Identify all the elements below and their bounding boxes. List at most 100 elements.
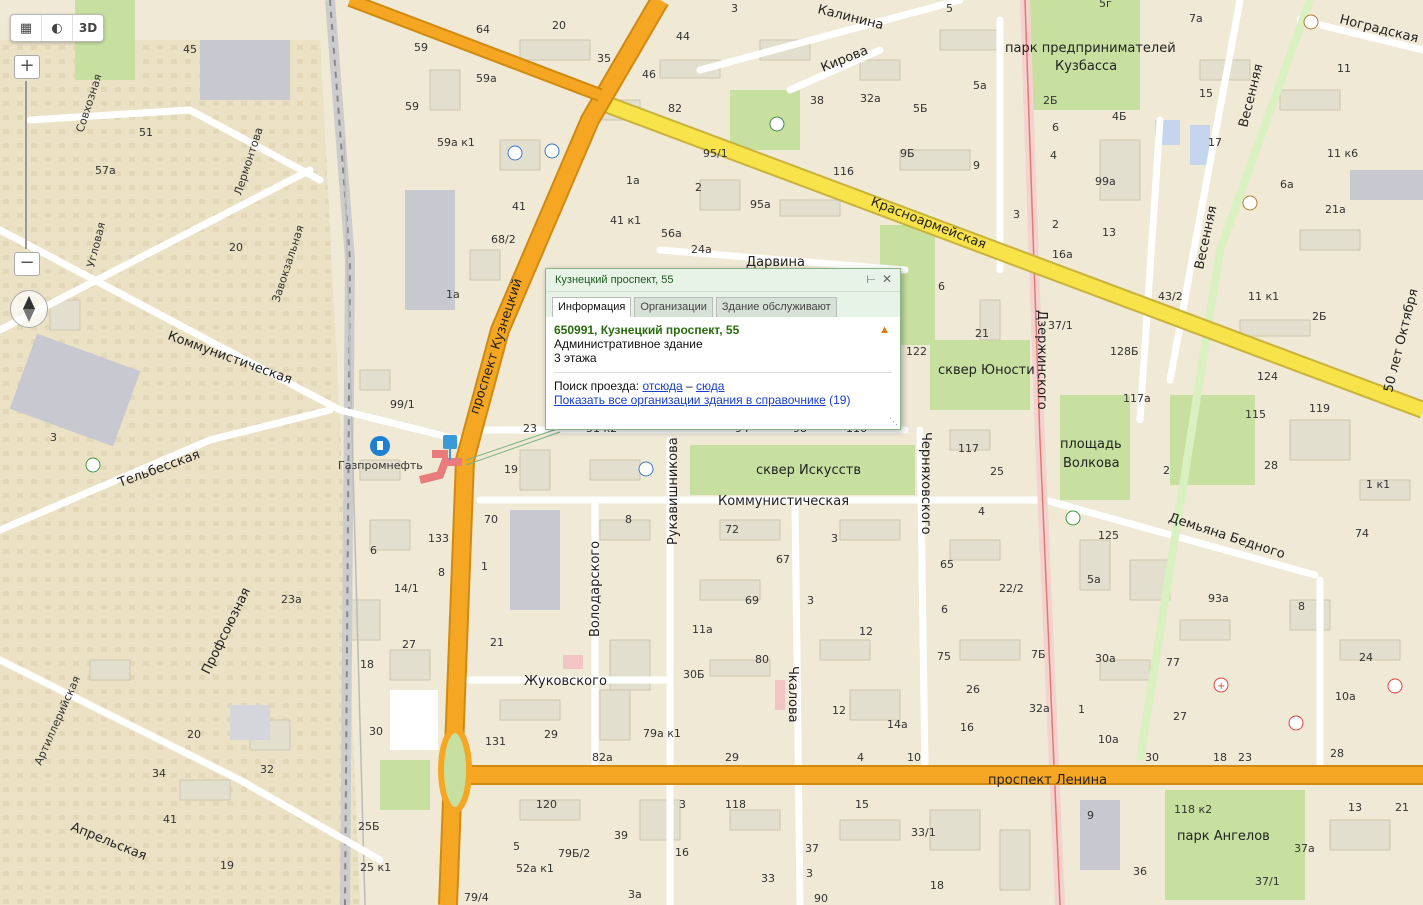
- house-number: 118: [725, 798, 746, 811]
- place-label-kuzbassa: Кузбасса: [1055, 59, 1117, 74]
- house-number: 28: [1264, 459, 1278, 472]
- building-floors: 3 этажа: [554, 351, 597, 365]
- house-number: 23а: [281, 593, 302, 606]
- house-number: 5г: [1099, 0, 1112, 10]
- house-number: 26: [966, 683, 980, 696]
- house-number: 57а: [95, 164, 116, 177]
- house-number: 133: [428, 532, 449, 545]
- tab-information[interactable]: Информация: [552, 297, 632, 317]
- house-number: 4: [978, 505, 985, 518]
- zoom-out-button[interactable]: −: [14, 252, 40, 276]
- house-number: 37а: [1294, 842, 1315, 855]
- house-number: 115: [1245, 408, 1266, 421]
- house-number: 33/1: [911, 826, 936, 839]
- traffic-icon[interactable]: ◐: [42, 15, 73, 41]
- resize-handle-icon[interactable]: ⋱: [889, 416, 898, 427]
- cafe-icon: [1303, 14, 1319, 30]
- street-label-dzerzhinskogo: Дзержинского: [1034, 310, 1049, 410]
- house-number: 25 к1: [360, 861, 391, 874]
- house-number: 6: [1052, 121, 1059, 134]
- house-number: 99а: [1095, 175, 1116, 188]
- house-number: 2: [1052, 218, 1059, 231]
- street-label-lenina: проспект Ленина: [988, 773, 1107, 788]
- house-number: 30: [369, 725, 383, 738]
- house-number: 122: [906, 345, 927, 358]
- house-number: 15: [1199, 87, 1213, 100]
- house-number: 59а к1: [437, 136, 475, 149]
- house-number: 45: [183, 43, 197, 56]
- house-number: 4: [1050, 149, 1057, 162]
- 3d-button[interactable]: 3D: [73, 15, 103, 41]
- hospital-icon: +: [1213, 677, 1229, 693]
- house-number: 18: [930, 879, 944, 892]
- svg-text:+: +: [1217, 681, 1225, 692]
- house-number: 8: [438, 566, 445, 579]
- street-label-chernyakhovskogo: Черняховского: [918, 432, 933, 535]
- house-number: 51: [139, 126, 153, 139]
- house-number: 5а: [1087, 573, 1101, 586]
- house-number: 13: [1348, 801, 1362, 814]
- house-number: 93а: [1208, 592, 1229, 605]
- compass-icon[interactable]: [10, 290, 48, 328]
- route-to-link[interactable]: сюда: [696, 379, 724, 393]
- tab-building-services[interactable]: Здание обслуживают: [715, 297, 837, 317]
- house-number: 82а: [592, 751, 613, 764]
- house-number: 24: [1359, 651, 1373, 664]
- house-number: 1а: [626, 174, 640, 187]
- house-number: 13: [1102, 226, 1116, 239]
- house-number: 67: [776, 553, 790, 566]
- house-number: 28: [1330, 747, 1344, 760]
- house-number: 14/1: [394, 582, 419, 595]
- house-number: 20: [187, 728, 201, 741]
- house-number: 23: [1238, 751, 1252, 764]
- house-number: 59: [405, 100, 419, 113]
- house-number: 1: [1078, 703, 1085, 716]
- house-number: 79Б/2: [558, 847, 590, 860]
- place-label-gazpromneft: Газпромнефть: [338, 459, 423, 472]
- house-number: 1 к1: [1366, 478, 1390, 491]
- house-number: 5Б: [913, 102, 928, 115]
- street-label-zhukovskogo: Жуковского: [524, 674, 607, 689]
- show-all-orgs-link[interactable]: Показать все организации здания в справо…: [554, 393, 826, 407]
- street-label-chkalova: Чкалова: [785, 666, 800, 723]
- balloon-body: 650991, Кузнецкий проспект, 55 Администр…: [546, 317, 900, 413]
- cafe-icon: [1242, 195, 1258, 211]
- house-number: 8: [1298, 600, 1305, 613]
- house-number: 10а: [1335, 690, 1356, 703]
- house-number: 70: [484, 513, 498, 526]
- close-icon[interactable]: ✕: [882, 272, 892, 286]
- house-number: 39: [614, 829, 628, 842]
- house-number: 68/2: [491, 233, 516, 246]
- balloon-tabs: Информация Организации Здание обслуживаю…: [546, 292, 900, 317]
- house-number: 3: [806, 867, 813, 880]
- house-number: 25: [990, 465, 1004, 478]
- zoom-slider-track[interactable]: [25, 81, 27, 249]
- hospital-icon: [1288, 715, 1304, 731]
- education-icon: [507, 145, 523, 161]
- pin-icon[interactable]: ⊢: [866, 273, 876, 286]
- house-number: 20: [229, 241, 243, 254]
- house-number: 3: [831, 532, 838, 545]
- house-number: 5: [946, 2, 953, 15]
- house-number: 75: [937, 650, 951, 663]
- show-all-orgs: Показать все организации здания в справо…: [554, 393, 892, 407]
- route-from-link[interactable]: отсюда: [642, 379, 682, 393]
- house-number: 27: [1173, 710, 1187, 723]
- house-number: 59: [414, 41, 428, 54]
- house-number: 6: [938, 280, 945, 293]
- house-number: 3: [731, 2, 738, 15]
- ruler-icon[interactable]: ▦: [11, 15, 42, 41]
- map-canvas[interactable]: + Калинина Кирова Дарвина Красноармейска…: [0, 0, 1423, 905]
- zoom-in-button[interactable]: +: [14, 55, 40, 79]
- building-type: Административное здание: [554, 337, 703, 351]
- house-number: 17: [1208, 136, 1222, 149]
- place-label-park-predprinimateley: парк предпринимателей: [1005, 41, 1176, 56]
- gas-station-icon[interactable]: [370, 436, 390, 456]
- tab-organizations[interactable]: Организации: [634, 297, 713, 317]
- street-label-volodarskogo: Володарского: [588, 541, 603, 637]
- street-label-rukavishnikova: Рукавишникова: [666, 437, 681, 545]
- house-number: 3: [679, 798, 686, 811]
- house-number: 36: [1133, 865, 1147, 878]
- warning-icon[interactable]: ▲: [879, 324, 890, 336]
- orgs-count: (19): [829, 393, 851, 407]
